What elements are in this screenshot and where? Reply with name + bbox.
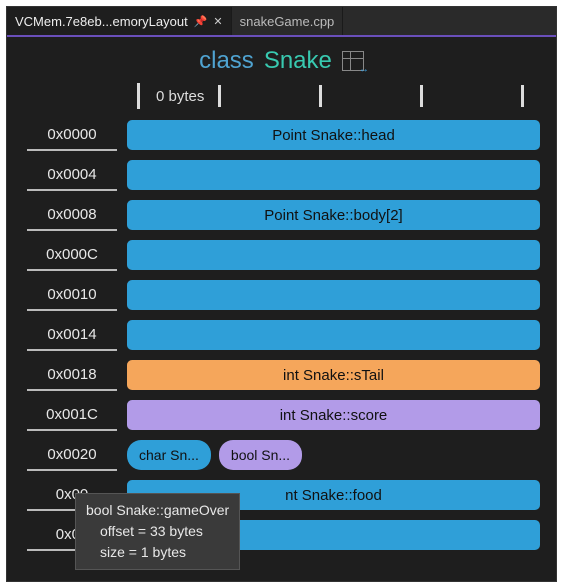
keyword-class: class — [199, 47, 254, 75]
memory-row: 0x000C — [27, 235, 540, 275]
member-bar[interactable]: int Snake::score — [127, 400, 540, 430]
address-label: 0x000C — [27, 240, 117, 271]
member-tooltip: bool Snake::gameOver offset = 33 bytes s… — [75, 493, 240, 570]
address-label: 0x0000 — [27, 120, 117, 151]
memory-row: 0x001C int Snake::score — [27, 395, 540, 435]
memory-row: 0x0014 — [27, 315, 540, 355]
memory-row: 0x0000 Point Snake::head — [27, 115, 540, 155]
address-label: 0x0014 — [27, 320, 117, 351]
tab-bar: VCMem.7e8eb...emoryLayout 📌 ✕ snakeGame.… — [7, 7, 556, 37]
memory-row: 0x0010 — [27, 275, 540, 315]
resize-icon: ↔ — [359, 64, 369, 75]
ruler-tick — [420, 85, 423, 107]
memory-row: 0x0018 int Snake::sTail — [27, 355, 540, 395]
tab-label: VCMem.7e8eb...emoryLayout — [15, 14, 188, 29]
address-label: 0x001C — [27, 400, 117, 431]
member-bar[interactable]: Point Snake::head — [127, 120, 540, 150]
address-label: 0x0020 — [27, 440, 117, 471]
pin-icon[interactable]: 📌 — [194, 15, 208, 28]
member-bar[interactable]: Point Snake::body[2] — [127, 200, 540, 230]
ruler-tick — [137, 83, 140, 109]
ruler-label: 0 bytes — [154, 88, 204, 105]
memory-layout-window: VCMem.7e8eb...emoryLayout 📌 ✕ snakeGame.… — [6, 6, 557, 582]
member-bar[interactable] — [127, 280, 540, 310]
member-bar[interactable] — [127, 160, 540, 190]
address-label: 0x0018 — [27, 360, 117, 391]
member-pair: char Sn... bool Sn... — [127, 440, 540, 470]
ruler-tick — [319, 85, 322, 107]
tooltip-title: bool Snake::gameOver — [86, 500, 229, 521]
address-label: 0x0004 — [27, 160, 117, 191]
tab-memory-layout[interactable]: VCMem.7e8eb...emoryLayout 📌 ✕ — [7, 7, 232, 35]
tab-label: snakeGame.cpp — [240, 14, 335, 29]
tooltip-offset: offset = 33 bytes — [86, 521, 229, 542]
close-icon[interactable]: ✕ — [213, 15, 222, 28]
class-title: class Snake ↔ — [7, 37, 556, 81]
byte-ruler: 0 bytes — [137, 81, 556, 111]
member-chip[interactable]: bool Sn... — [219, 440, 302, 470]
memory-row: 0x0004 — [27, 155, 540, 195]
address-label: 0x0008 — [27, 200, 117, 231]
address-label: 0x0010 — [27, 280, 117, 311]
memory-row: 0x0020 char Sn... bool Sn... — [27, 435, 540, 475]
tab-snakegame[interactable]: snakeGame.cpp — [232, 7, 344, 35]
member-bar[interactable] — [127, 240, 540, 270]
class-name: Snake — [264, 47, 332, 75]
member-bar[interactable]: int Snake::sTail — [127, 360, 540, 390]
member-bar[interactable] — [127, 320, 540, 350]
memory-row: 0x0008 Point Snake::body[2] — [27, 195, 540, 235]
memory-rows: 0x0000 Point Snake::head0x00040x0008 Point… — [7, 111, 556, 555]
ruler-tick — [218, 85, 221, 107]
ruler-tick — [521, 85, 524, 107]
tooltip-size: size = 1 bytes — [86, 542, 229, 563]
grid-icon[interactable]: ↔ — [342, 51, 364, 71]
member-chip[interactable]: char Sn... — [127, 440, 211, 470]
